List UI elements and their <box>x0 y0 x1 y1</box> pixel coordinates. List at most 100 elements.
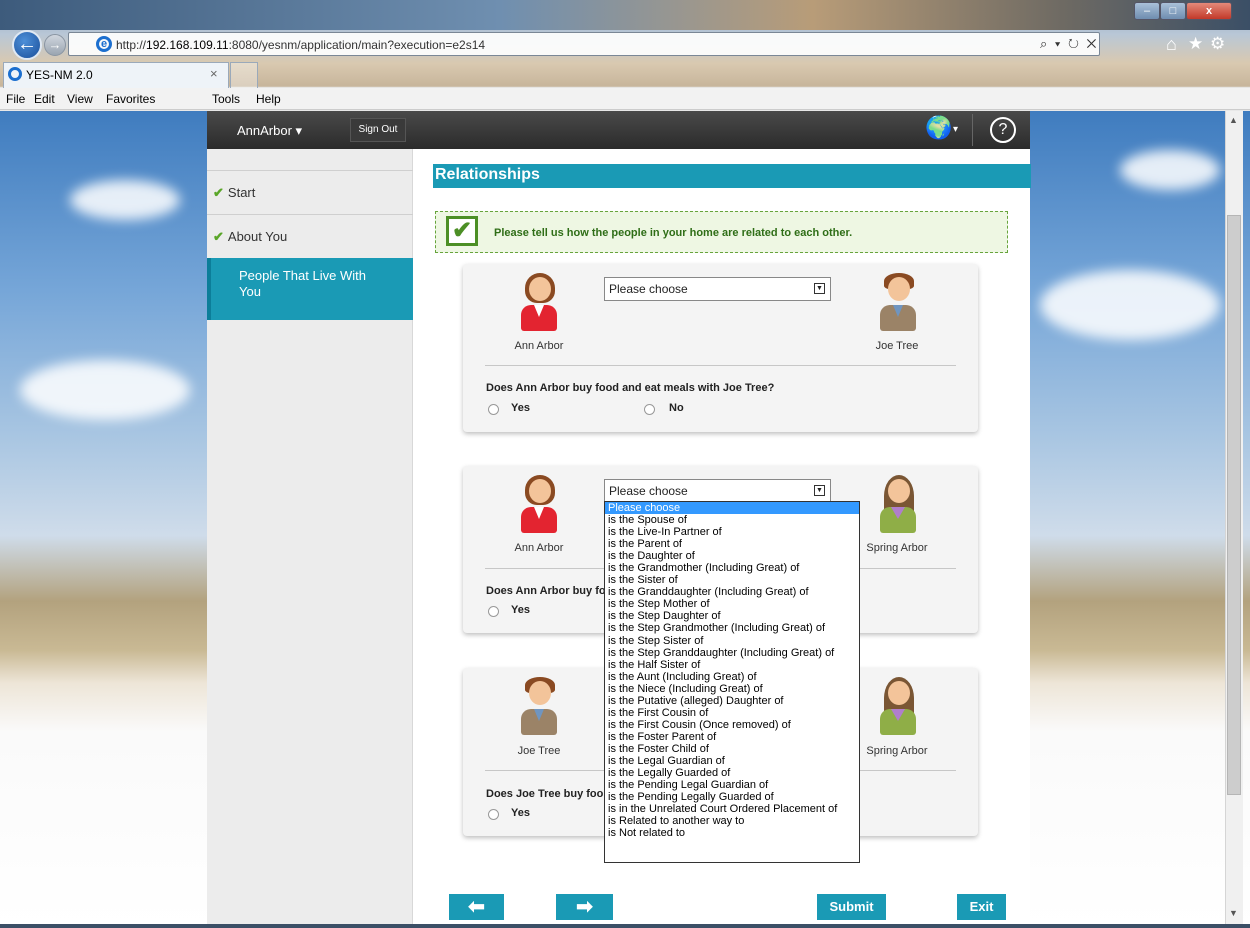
forward-button[interactable]: → <box>44 34 66 56</box>
scroll-down-icon[interactable]: ▼ <box>1229 908 1238 918</box>
relationship-dropdown-list[interactable]: Please choose is the Spouse of is the Live… <box>604 501 860 863</box>
yes-radio[interactable] <box>488 404 499 415</box>
scroll-up-icon[interactable]: ▲ <box>1229 115 1238 125</box>
dropdown-option[interactable]: is the Daughter of <box>605 550 859 562</box>
globe-icon[interactable]: 🌍 <box>925 115 952 141</box>
sidebar-item-label: People That Live With You <box>239 268 366 299</box>
chevron-down-icon[interactable]: ▼ <box>814 485 825 496</box>
no-radio[interactable] <box>644 404 655 415</box>
dropdown-option[interactable]: is the Step Daughter of <box>605 610 859 622</box>
exit-button[interactable]: Exit <box>957 894 1006 920</box>
dropdown-option[interactable]: is Related to another way to <box>605 815 859 827</box>
dropdown-option[interactable]: is the Sister of <box>605 574 859 586</box>
chevron-down-icon: ▾ <box>295 123 303 138</box>
user-menu[interactable]: AnnArbor ▾ <box>237 123 302 139</box>
scrollbar-thumb[interactable] <box>1227 215 1241 795</box>
checkbox-check-icon: ✔ <box>446 216 478 246</box>
dropdown-option[interactable]: is the Foster Child of <box>605 743 859 755</box>
previous-button[interactable]: ⬅ <box>449 894 504 920</box>
section-title: Relationships <box>433 164 1031 188</box>
chevron-down-icon[interactable]: ▼ <box>814 283 825 294</box>
dropdown-option[interactable]: is Not related to <box>605 827 859 839</box>
yes-radio[interactable] <box>488 809 499 820</box>
male-person-icon <box>515 677 563 737</box>
menu-tools[interactable]: Tools <box>212 92 240 106</box>
home-icon[interactable]: ⌂ <box>1166 34 1177 55</box>
male-person-icon <box>874 273 922 333</box>
relationship-select[interactable]: Please choose <box>604 479 831 503</box>
url-text[interactable]: http://192.168.109.11:8080/yesnm/applica… <box>116 38 485 52</box>
dropdown-option[interactable]: is in the Unrelated Court Ordered Placem… <box>605 803 859 815</box>
dropdown-option[interactable]: is the Spouse of <box>605 514 859 526</box>
cloud-decoration <box>20 360 190 420</box>
menu-edit[interactable]: Edit <box>34 92 55 106</box>
dropdown-option[interactable]: is the Grandmother (Including Great) of <box>605 562 859 574</box>
tab-close-icon[interactable]: × <box>210 66 218 81</box>
sidebar-item-about-you[interactable]: ✔ About You <box>207 214 413 258</box>
cloud-decoration <box>1040 270 1220 340</box>
sidebar-item-start[interactable]: ✔ Start <box>207 170 413 214</box>
maximize-button[interactable]: □ <box>1160 2 1186 20</box>
dropdown-option[interactable]: is the Putative (alleged) Daughter of <box>605 695 859 707</box>
window-bottom-frame <box>0 924 1250 928</box>
menu-favorites[interactable]: Favorites <box>106 92 155 106</box>
menu-view[interactable]: View <box>67 92 93 106</box>
settings-gear-icon[interactable]: ⚙ <box>1210 34 1225 54</box>
dropdown-option[interactable]: is the Niece (Including Great) of <box>605 683 859 695</box>
dropdown-option[interactable]: is the Half Sister of <box>605 659 859 671</box>
person-name-right: Spring Arbor <box>866 745 928 757</box>
close-window-button[interactable]: x <box>1186 2 1232 20</box>
sign-out-button[interactable]: Sign Out <box>350 118 406 142</box>
address-tools-icons[interactable]: ⌕ ▾ ↻ ✕ <box>1040 36 1098 52</box>
dropdown-option[interactable]: is the Granddaughter (Including Great) o… <box>605 586 859 598</box>
dropdown-option[interactable]: is the Step Sister of <box>605 635 859 647</box>
person-name-left: Joe Tree <box>517 745 561 757</box>
window-titlebar <box>0 0 1250 30</box>
tab-ie-icon <box>8 67 22 81</box>
back-button[interactable]: ← <box>12 30 42 60</box>
dropdown-option[interactable]: is the Step Mother of <box>605 598 859 610</box>
relationship-select[interactable]: Please choose <box>604 277 831 301</box>
app-top-nav <box>207 111 1030 149</box>
checkmark-icon: ✔ <box>213 229 224 244</box>
next-button[interactable]: ➡ <box>556 894 613 920</box>
meals-question: Does Ann Arbor buy food and eat meals wi… <box>486 382 775 394</box>
new-tab-button[interactable] <box>230 62 258 88</box>
cloud-decoration <box>1120 150 1220 190</box>
chevron-down-icon[interactable]: ▾ <box>953 124 958 135</box>
person-name-left: Ann Arbor <box>514 340 564 352</box>
yes-label: Yes <box>511 807 530 819</box>
dropdown-option[interactable]: is the Step Granddaughter (Including Gre… <box>605 647 859 659</box>
help-icon[interactable]: ? <box>990 117 1016 143</box>
dropdown-option[interactable]: is the Parent of <box>605 538 859 550</box>
yes-radio[interactable] <box>488 606 499 617</box>
dropdown-option[interactable]: is the Foster Parent of <box>605 731 859 743</box>
yes-label: Yes <box>511 402 530 414</box>
sidebar-item-people[interactable]: People That Live With You <box>207 258 413 320</box>
yes-label: Yes <box>511 604 530 616</box>
menu-help[interactable]: Help <box>256 92 281 106</box>
dropdown-option[interactable]: is the Legal Guardian of <box>605 755 859 767</box>
dropdown-option[interactable]: Please choose <box>605 502 859 515</box>
no-label: No <box>669 402 684 414</box>
dropdown-option[interactable]: is the First Cousin of <box>605 707 859 719</box>
submit-button[interactable]: Submit <box>817 894 886 920</box>
dropdown-option[interactable]: is the First Cousin (Once removed) of <box>605 719 859 731</box>
favorites-star-icon[interactable]: ★ <box>1188 34 1203 54</box>
menu-file[interactable]: File <box>6 92 25 106</box>
sidebar-item-label: Start <box>227 185 256 200</box>
nav-divider <box>972 114 973 146</box>
dropdown-option[interactable]: is the Live-In Partner of <box>605 526 859 538</box>
dropdown-option[interactable]: is the Step Grandmother (Including Great… <box>605 622 859 634</box>
arrow-right-icon: ➡ <box>576 896 593 918</box>
dropdown-option[interactable]: is the Legally Guarded of <box>605 767 859 779</box>
female-person-icon <box>874 475 922 535</box>
dropdown-option[interactable]: is the Aunt (Including Great) of <box>605 671 859 683</box>
dropdown-option[interactable]: is the Pending Legally Guarded of <box>605 791 859 803</box>
checkmark-icon: ✔ <box>213 185 224 200</box>
minimize-button[interactable]: – <box>1134 2 1160 20</box>
female-person-icon <box>515 475 563 535</box>
info-text: Please tell us how the people in your ho… <box>494 227 853 239</box>
meals-question: Does Joe Tree buy foo <box>486 788 604 800</box>
dropdown-option[interactable]: is the Pending Legal Guardian of <box>605 779 859 791</box>
